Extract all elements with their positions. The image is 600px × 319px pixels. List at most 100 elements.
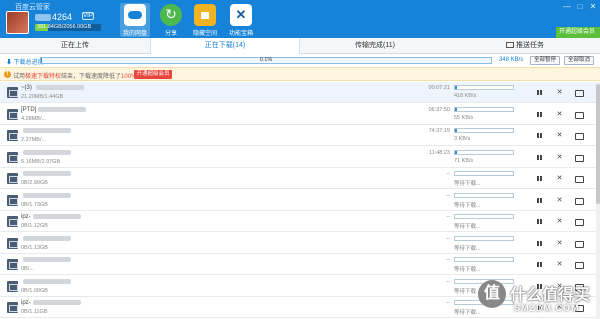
tab-uploading[interactable]: 正在上传 xyxy=(0,38,150,54)
pause-icon[interactable] xyxy=(535,131,544,140)
download-speed: 等待下载... xyxy=(454,245,481,252)
watermark: 值 什么值得买 SMZDM.COM xyxy=(478,279,600,319)
folder-icon[interactable] xyxy=(574,110,584,119)
cancel-icon[interactable]: ✕ xyxy=(555,217,564,226)
nav-tab-my-disk[interactable]: 我的网盘 xyxy=(120,3,150,37)
notice-open-vip-button[interactable]: 开通超级会员 xyxy=(134,70,172,79)
file-size: 0B/1.11GB xyxy=(21,309,48,315)
file-progress-bar xyxy=(454,235,514,241)
file-name: ipz- xyxy=(21,300,81,306)
file-progress-fill xyxy=(455,129,457,132)
total-progress-row: ⬇ 下载总进度 0.1% 348 KB/s 全部暂停 全部取消 xyxy=(0,54,600,67)
remaining-time: 11:48:23 xyxy=(428,149,450,156)
video-file-icon xyxy=(7,173,18,184)
download-row[interactable]: 2.27MB/... 74:37:19 3 KB/s ✕ xyxy=(0,125,600,146)
minimize-button[interactable]: — xyxy=(562,3,572,11)
pause-icon[interactable] xyxy=(535,196,544,205)
folder-icon[interactable] xyxy=(574,131,584,140)
pause-icon[interactable] xyxy=(535,88,544,97)
cancel-icon[interactable]: ✕ xyxy=(555,196,564,205)
maximize-button[interactable]: □ xyxy=(575,3,585,11)
download-row[interactable]: [PTD] 4.28MB/... 06:37:50 55 KB/s ✕ xyxy=(0,103,600,125)
pause-icon[interactable] xyxy=(535,174,544,183)
avatar[interactable] xyxy=(6,11,29,34)
open-vip-button[interactable]: 开通超级会员 xyxy=(556,27,600,38)
pause-icon[interactable] xyxy=(535,260,544,269)
pause-icon[interactable] xyxy=(535,110,544,119)
total-progress-bar: 0.1% xyxy=(40,57,492,64)
file-name: ipz- xyxy=(21,214,81,220)
cancel-all-button[interactable]: 全部取消 xyxy=(564,56,594,65)
file-progress-bar xyxy=(454,257,514,262)
tab-push-tasks[interactable]: 推送任务 xyxy=(450,38,600,54)
nav-tab-hidden-space[interactable]: 隐藏空间 xyxy=(190,3,220,37)
file-name: ~(3) xyxy=(21,85,84,91)
folder-icon[interactable] xyxy=(574,239,584,248)
file-progress-bar xyxy=(454,192,514,198)
cancel-icon[interactable]: ✕ xyxy=(555,131,564,140)
watermark-logo: 值 xyxy=(478,280,506,308)
download-row[interactable]: 0B/1.13GB -- 等待下载... ✕ xyxy=(0,232,600,254)
close-button[interactable]: ✕ xyxy=(588,3,598,11)
pause-icon[interactable] xyxy=(535,217,544,226)
file-name xyxy=(21,171,71,177)
download-row[interactable]: 0B/... -- 等待下载... ✕ xyxy=(0,254,600,275)
file-progress-bar xyxy=(454,149,514,155)
file-name xyxy=(21,235,71,242)
file-name-redacted xyxy=(23,192,71,198)
watermark-text: 什么值得买 xyxy=(510,287,591,304)
pause-icon[interactable] xyxy=(535,153,544,162)
total-progress-label: ⬇ 下载总进度 xyxy=(6,60,44,66)
file-progress-fill xyxy=(455,107,457,111)
remaining-time: -- xyxy=(446,214,450,220)
file-size: 0B/2.99GB xyxy=(21,180,48,186)
pause-all-button[interactable]: 全部暂停 xyxy=(530,56,560,65)
file-name-redacted xyxy=(23,257,71,262)
cancel-icon[interactable]: ✕ xyxy=(555,110,564,119)
tv-icon xyxy=(506,42,514,49)
folder-icon[interactable] xyxy=(574,260,584,269)
cancel-icon[interactable]: ✕ xyxy=(555,153,564,162)
cancel-icon[interactable]: ✕ xyxy=(555,174,564,183)
file-progress-bar xyxy=(454,171,514,176)
scrollbar-thumb[interactable] xyxy=(596,84,600,204)
download-row[interactable]: 5.16MB/2.97GB 11:48:23 71 KB/s ✕ xyxy=(0,146,600,168)
folder-icon[interactable] xyxy=(574,174,584,183)
folder-icon[interactable] xyxy=(574,217,584,226)
pause-icon[interactable] xyxy=(535,239,544,248)
vip-badge[interactable]: VIP xyxy=(82,12,94,20)
nav-tab-share[interactable]: 分享 xyxy=(156,3,186,37)
total-progress-percent: 0.1% xyxy=(259,57,273,63)
folder-icon[interactable] xyxy=(574,88,584,97)
username-redacted xyxy=(35,14,51,22)
nav-tab-label: 分享 xyxy=(164,31,177,37)
cancel-icon[interactable]: ✕ xyxy=(555,239,564,248)
file-name xyxy=(21,192,71,199)
download-row[interactable]: ~(3) 21.20MB/1.44GB 00:07:21 418 KB/s ✕ xyxy=(0,82,600,103)
nav-tab-toolbox[interactable]: 功能宝箱 xyxy=(226,3,256,37)
folder-icon[interactable] xyxy=(574,153,584,162)
file-name-redacted xyxy=(23,149,71,155)
cloud-icon xyxy=(124,4,146,26)
download-row[interactable]: 0B/2.99GB -- 等待下载... ✕ xyxy=(0,168,600,189)
download-row[interactable]: ipz- 0B/1.12GB -- 等待下载... ✕ xyxy=(0,211,600,232)
video-file-icon xyxy=(7,151,18,163)
file-progress-fill xyxy=(455,150,457,154)
tab-completed[interactable]: 传输完成(11) xyxy=(300,38,450,54)
file-size: 0B/... xyxy=(21,266,34,272)
video-file-icon xyxy=(7,259,18,270)
file-progress-bar xyxy=(454,128,514,133)
cancel-icon[interactable]: ✕ xyxy=(555,88,564,97)
share-icon xyxy=(160,4,182,26)
file-name-redacted xyxy=(23,171,71,176)
download-speed: 等待下载... xyxy=(454,310,481,316)
cancel-icon[interactable]: ✕ xyxy=(555,260,564,269)
username[interactable]: 4264 xyxy=(35,12,72,22)
download-speed: 55 KB/s xyxy=(454,114,474,121)
total-speed: 348 KB/s xyxy=(499,57,524,63)
file-size: 21.20MB/1.44GB xyxy=(21,94,64,100)
tab-downloading[interactable]: 正在下载(14) xyxy=(150,38,300,55)
folder-icon[interactable] xyxy=(574,196,584,205)
download-row[interactable]: 0B/1.73GB -- 等待下载... ✕ xyxy=(0,189,600,211)
nav-tab-label: 我的网盘 xyxy=(122,31,147,37)
